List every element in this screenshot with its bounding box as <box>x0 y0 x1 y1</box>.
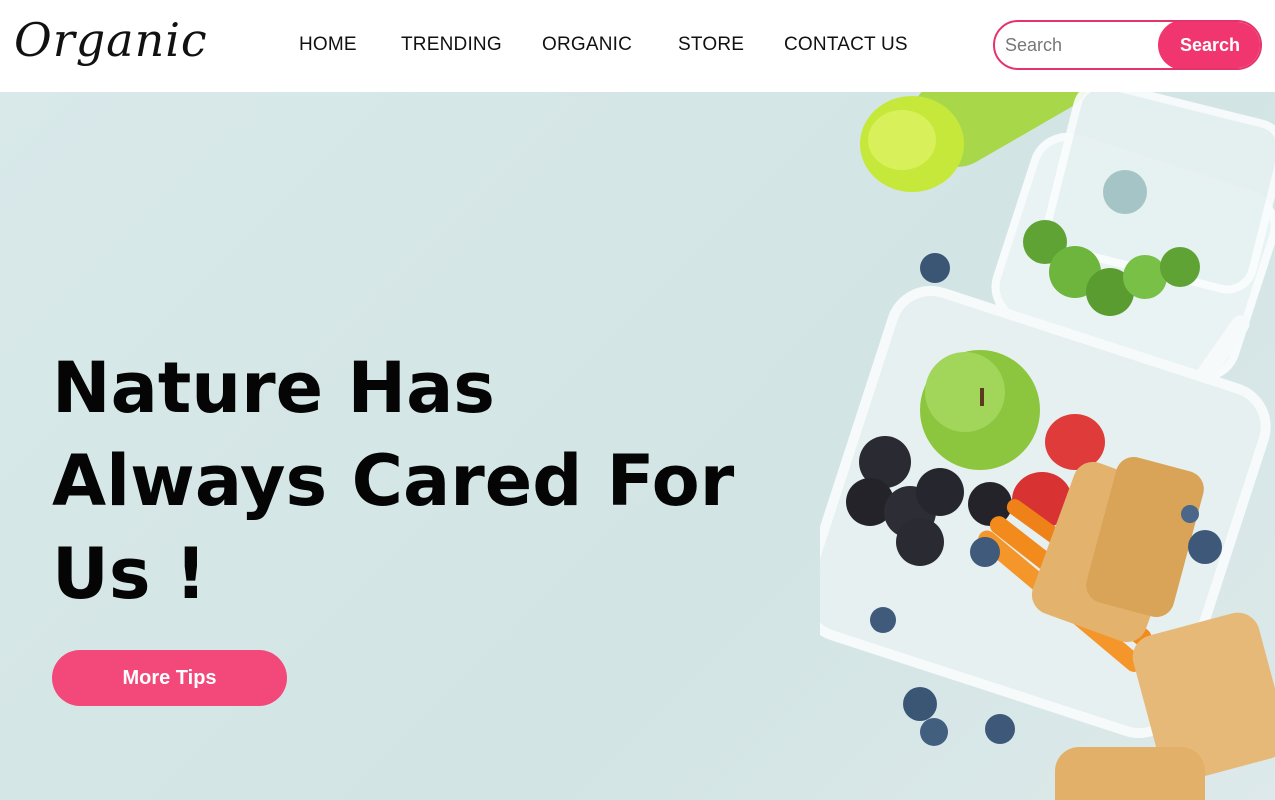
hero-title-line: Always Cared For <box>52 440 735 522</box>
nav-home[interactable]: HOME <box>299 34 357 56</box>
nav-contact-us[interactable]: CONTACT US <box>784 34 908 56</box>
logo[interactable]: Organic <box>14 10 208 70</box>
search-button[interactable]: Search <box>1158 22 1260 68</box>
search-input[interactable] <box>1005 22 1155 68</box>
nav-organic[interactable]: ORGANIC <box>542 34 632 56</box>
nav-store[interactable]: STORE <box>678 34 744 56</box>
search-box: Search <box>993 20 1262 70</box>
hero-section: Nature Has Always Cared For Us ! More Ti… <box>0 92 1275 800</box>
more-tips-button[interactable]: More Tips <box>52 650 287 706</box>
lunchbox-illustration <box>820 92 1275 800</box>
site-header: Organic HOME TRENDING ORGANIC STORE CONT… <box>0 0 1275 92</box>
hero-title-line: Nature Has <box>52 347 495 429</box>
hero-title-line: Us ! <box>52 533 207 615</box>
nav-trending[interactable]: TRENDING <box>401 34 502 56</box>
hero-title: Nature Has Always Cared For Us ! <box>52 342 752 621</box>
